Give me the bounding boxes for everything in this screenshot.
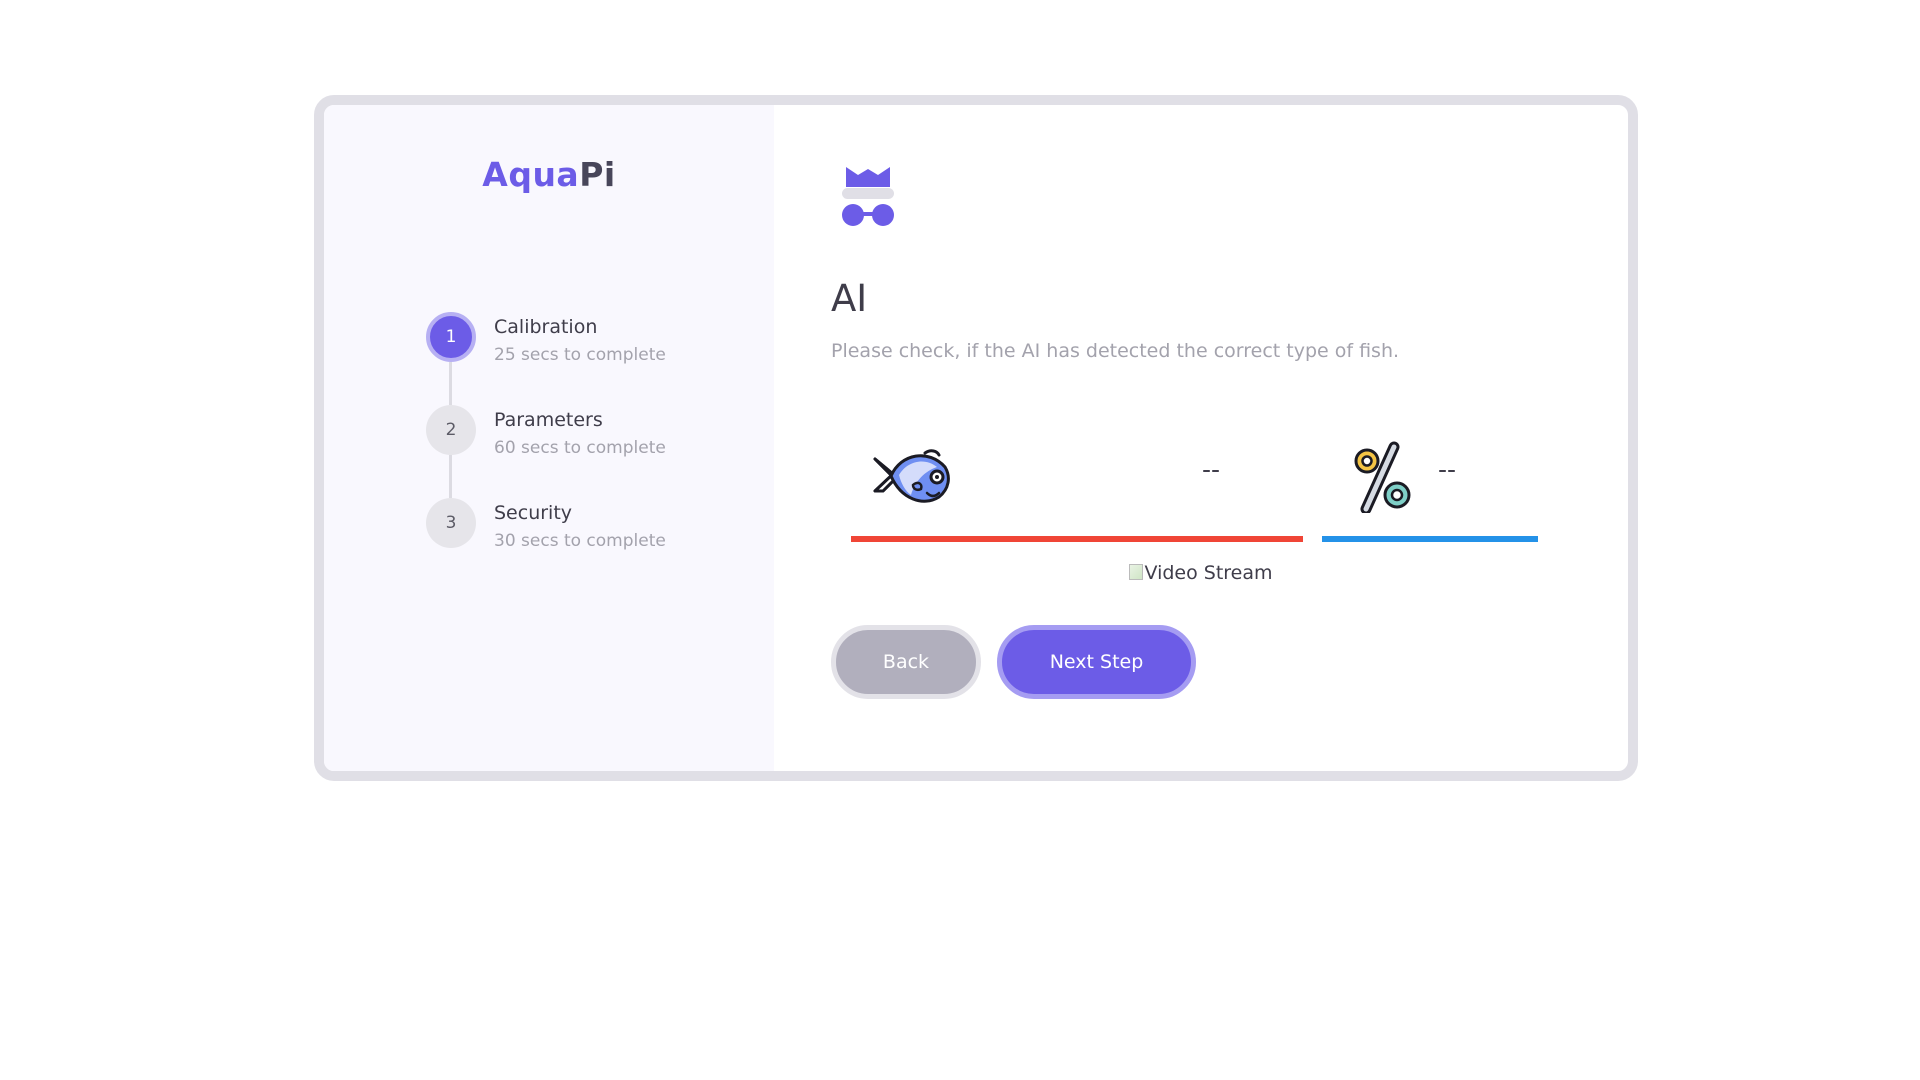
confidence-value: -- <box>1438 455 1457 484</box>
page-description: Please check, if the AI has detected the… <box>831 340 1400 362</box>
step-subtitle: 30 secs to complete <box>494 531 666 551</box>
fish-type-underline <box>851 536 1303 542</box>
step-subtitle: 60 secs to complete <box>494 438 666 458</box>
step-title: Parameters <box>494 409 603 431</box>
brand-logo: AquaPi <box>324 155 774 194</box>
brand-part-aqua: Aqua <box>482 155 580 194</box>
wizard-card: AquaPi 1 Calibration 25 secs to complete… <box>314 95 1638 781</box>
percent-icon <box>1354 441 1411 513</box>
confidence-underline <box>1322 536 1538 542</box>
sidebar: AquaPi 1 Calibration 25 secs to complete… <box>324 105 774 771</box>
page-title: AI <box>831 277 868 320</box>
spy-icon <box>842 167 894 226</box>
video-stream-alt: Video Stream <box>1144 562 1273 584</box>
next-step-button[interactable]: Next Step <box>997 625 1196 699</box>
step-title: Security <box>494 502 573 524</box>
step-number: 2 <box>426 405 476 455</box>
step-number: 3 <box>426 498 476 548</box>
fish-type-value: -- <box>1202 455 1221 484</box>
video-stream: Video Stream <box>774 562 1628 584</box>
main-content: AI Please check, if the AI has detected … <box>774 105 1628 771</box>
step-connector <box>449 362 452 405</box>
step-number: 1 <box>426 312 476 362</box>
step-subtitle: 25 secs to complete <box>494 345 666 365</box>
step-title: Calibration <box>494 316 598 338</box>
step-connector <box>449 455 452 498</box>
fish-icon <box>873 449 950 503</box>
back-button[interactable]: Back <box>831 625 981 699</box>
broken-image-icon <box>1129 564 1144 580</box>
brand-part-pi: Pi <box>579 155 616 194</box>
